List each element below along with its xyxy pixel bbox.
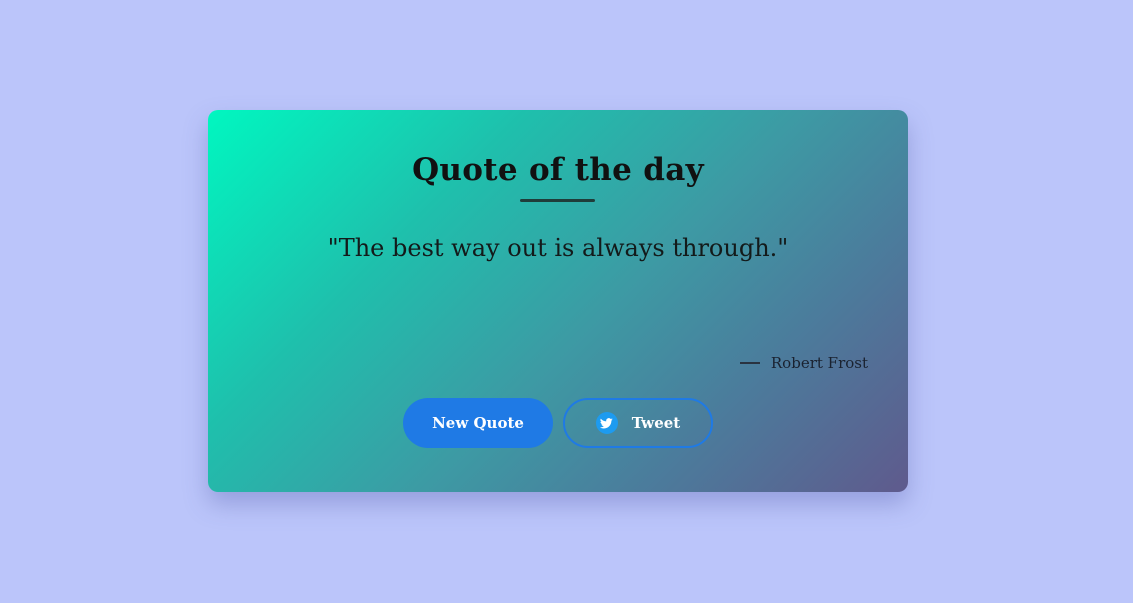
quote-card: Quote of the day "The best way out is al… [208,110,908,492]
title-underline [520,199,595,202]
new-quote-label: New Quote [432,414,524,432]
author-dash [739,362,760,364]
new-quote-button[interactable]: New Quote [403,398,553,448]
quote-text: "The best way out is always through." [327,234,789,262]
tweet-label: Tweet [631,414,681,432]
twitter-icon [595,412,618,434]
page-title: Quote of the day [412,152,704,188]
author-name: Robert Frost [770,354,868,372]
tweet-button[interactable]: Tweet [563,398,713,448]
author: Robert Frost [739,354,868,372]
